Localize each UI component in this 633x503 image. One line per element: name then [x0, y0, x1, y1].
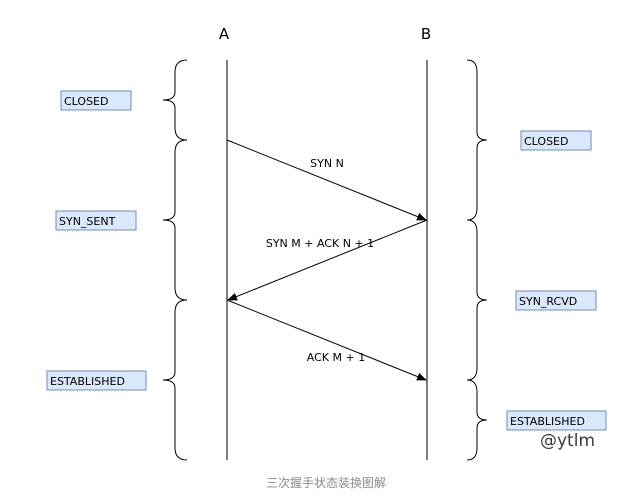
diagram-canvas: A B SYN N SYN M + ACK N + 1 ACK M + 1 CL…: [46, 25, 607, 490]
state-a-established-label: ESTABLISHED: [50, 375, 125, 388]
brace-a-established: [162, 299, 188, 461]
brace-b-closed: [466, 59, 488, 221]
brace-b-established: [466, 379, 488, 461]
brace-a-closed: [162, 59, 188, 141]
message-ack-label: ACK M + 1: [307, 351, 365, 364]
state-a-closed-label: CLOSED: [64, 95, 108, 108]
arrow-syn: [226, 139, 427, 221]
watermark: @ytlm: [540, 431, 595, 451]
message-syn-label: SYN N: [310, 157, 344, 170]
tcp-handshake-diagram: A B SYN N SYN M + ACK N + 1 ACK M + 1 CL…: [0, 0, 633, 503]
brace-b-syn-rcvd: [466, 219, 488, 381]
arrow-ack: [226, 299, 427, 381]
state-b-established-label: ESTABLISHED: [510, 415, 585, 428]
brace-a-syn-sent: [162, 139, 188, 301]
state-b-closed-label: CLOSED: [524, 135, 568, 148]
arrow-syn-ack: [227, 219, 428, 301]
peer-b-label: B: [421, 25, 431, 43]
state-a-syn-sent-label: SYN_SENT: [59, 215, 116, 228]
peer-a-label: A: [219, 25, 230, 43]
diagram-caption: 三次握手状态装换图解: [266, 475, 386, 490]
state-b-syn-rcvd-label: SYN_RCVD: [519, 295, 577, 308]
message-syn-ack-label: SYN M + ACK N + 1: [266, 237, 374, 250]
